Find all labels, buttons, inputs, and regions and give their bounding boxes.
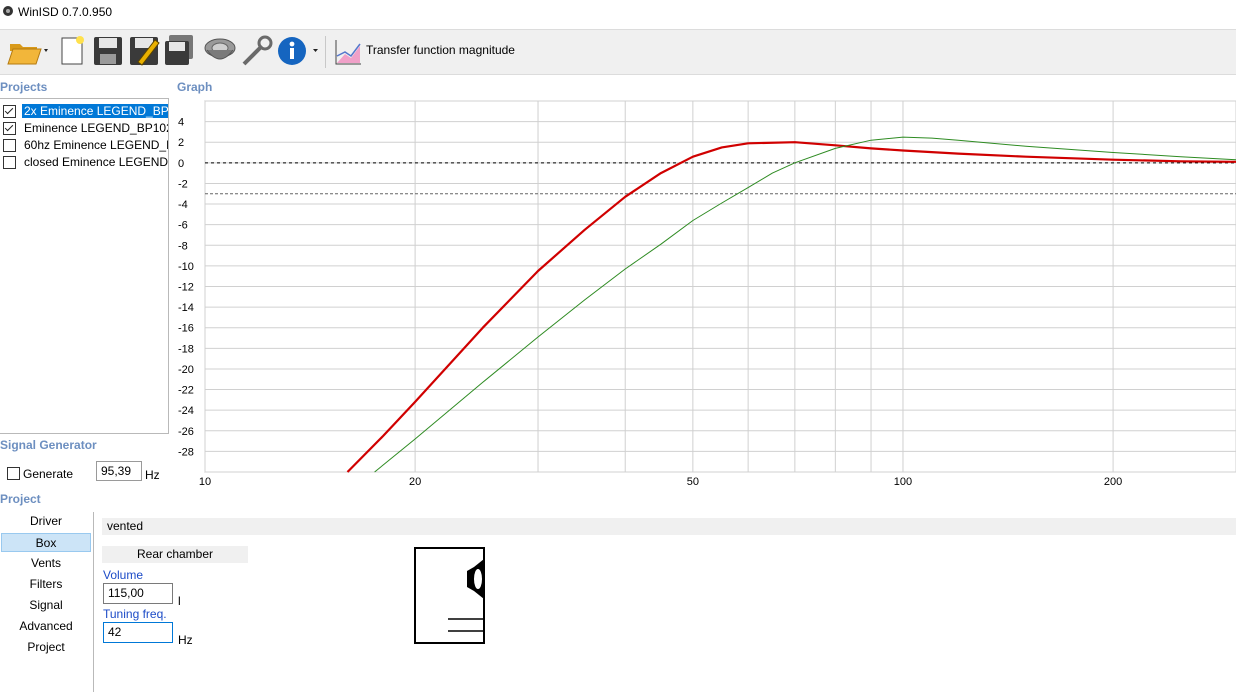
save-all-button[interactable] (163, 34, 195, 68)
y-tick-label: -6 (178, 220, 188, 232)
save-as-button[interactable] (128, 34, 160, 68)
project-label[interactable]: closed Eminence LEGEND_BP102-4 (22, 155, 168, 169)
driver-icon (204, 38, 236, 60)
projects-list[interactable]: 2x Eminence LEGEND_BP102-4 Eminence LEGE… (0, 98, 169, 434)
x-tick-label: 100 (894, 476, 912, 488)
graph-header: Graph (177, 80, 213, 94)
project-label[interactable]: Eminence LEGEND_BP102-4 (22, 121, 168, 135)
tab-advanced[interactable]: Advanced (1, 617, 91, 636)
graph-icon (335, 40, 361, 65)
title-bar: WinISD 0.7.0.950 (0, 0, 1236, 24)
x-tick-label: 20 (409, 476, 421, 488)
signal-generator-header: Signal Generator (0, 438, 97, 452)
tab-box[interactable]: Box (1, 533, 91, 552)
new-document-icon (61, 36, 84, 65)
open-folder-button[interactable] (6, 34, 52, 68)
save-all-icon (165, 35, 193, 65)
y-tick-label: -26 (178, 426, 194, 438)
y-tick-label: -28 (178, 446, 194, 458)
toolbar: Transfer function magnitude (0, 29, 1236, 75)
tools-icon (242, 35, 273, 66)
tuning-frequency-label: Tuning freq. (103, 607, 167, 621)
tab-filters[interactable]: Filters (1, 575, 91, 594)
y-tick-label: 4 (178, 117, 184, 129)
project-checkbox[interactable] (3, 156, 16, 169)
tools-button[interactable] (240, 34, 274, 68)
project-checkbox[interactable] (3, 139, 16, 152)
volume-unit: l (178, 594, 181, 608)
save-icon (94, 37, 122, 65)
info-button[interactable] (276, 34, 322, 68)
project-tabs: Driver Box Vents Filters Signal Advanced… (0, 512, 94, 692)
signal-frequency-input[interactable]: 95,39 (96, 461, 142, 481)
generate-label[interactable]: Generate (23, 467, 73, 481)
project-panel-header: Project (0, 492, 41, 506)
save-edit-icon (130, 37, 160, 66)
project-label[interactable]: 60hz Eminence LEGEND_BP102-4 (22, 138, 168, 152)
tab-project[interactable]: Project (1, 638, 91, 657)
volume-input[interactable]: 115,00 (103, 583, 173, 604)
project-item[interactable]: closed Eminence LEGEND_BP102-4 (0, 154, 168, 171)
y-tick-label: -18 (178, 343, 194, 355)
tab-vents[interactable]: Vents (1, 554, 91, 573)
save-button[interactable] (92, 34, 124, 68)
transfer-function-chart[interactable]: 420-2-4-6-8-10-12-14-16-18-20-22-24-26-2… (177, 98, 1236, 494)
project-label[interactable]: 2x Eminence LEGEND_BP102-4 (20, 103, 168, 119)
tuning-frequency-input[interactable]: 42 (103, 622, 173, 643)
project-item[interactable]: Eminence LEGEND_BP102-4 (0, 120, 168, 137)
project-checkbox[interactable] (3, 122, 16, 135)
window-title: WinISD 0.7.0.950 (18, 5, 113, 19)
generate-checkbox[interactable] (7, 467, 20, 480)
toolbar-separator (325, 36, 326, 68)
project-item[interactable]: 2x Eminence LEGEND_BP102-4 (0, 103, 168, 120)
project-item[interactable]: 60hz Eminence LEGEND_BP102-4 (0, 137, 168, 154)
driver-editor-button[interactable] (203, 34, 237, 68)
graph-type-button[interactable] (333, 34, 363, 68)
x-tick-label: 10 (199, 476, 211, 488)
new-project-button[interactable] (58, 34, 88, 68)
y-tick-label: -24 (178, 405, 194, 417)
y-tick-label: 0 (178, 158, 184, 170)
y-tick-label: -14 (178, 302, 194, 314)
rear-chamber-header: Rear chamber (102, 546, 248, 563)
y-tick-label: -20 (178, 364, 194, 376)
projects-header: Projects (0, 80, 48, 94)
x-tick-label: 200 (1104, 476, 1122, 488)
tab-signal[interactable]: Signal (1, 596, 91, 615)
tab-driver[interactable]: Driver (1, 512, 91, 531)
y-tick-label: -16 (178, 323, 194, 335)
y-tick-label: -2 (178, 178, 188, 190)
graph-type-label[interactable]: Transfer function magnitude (366, 43, 515, 57)
vented-box-diagram (414, 547, 485, 644)
y-tick-label: -10 (178, 261, 194, 273)
y-tick-label: -12 (178, 282, 194, 294)
signal-frequency-unit: Hz (145, 468, 160, 482)
volume-label: Volume (103, 568, 144, 582)
tuning-frequency-unit: Hz (178, 633, 193, 647)
y-tick-label: -4 (178, 199, 188, 211)
y-tick-label: -8 (178, 240, 188, 252)
y-tick-label: -22 (178, 385, 194, 397)
info-icon (278, 37, 318, 65)
project-checkbox[interactable] (3, 105, 16, 118)
box-type-selector[interactable]: vented (102, 518, 1236, 535)
y-tick-label: 2 (178, 137, 184, 149)
open-folder-icon (7, 44, 48, 65)
x-tick-label: 50 (687, 476, 699, 488)
app-icon (3, 6, 13, 16)
